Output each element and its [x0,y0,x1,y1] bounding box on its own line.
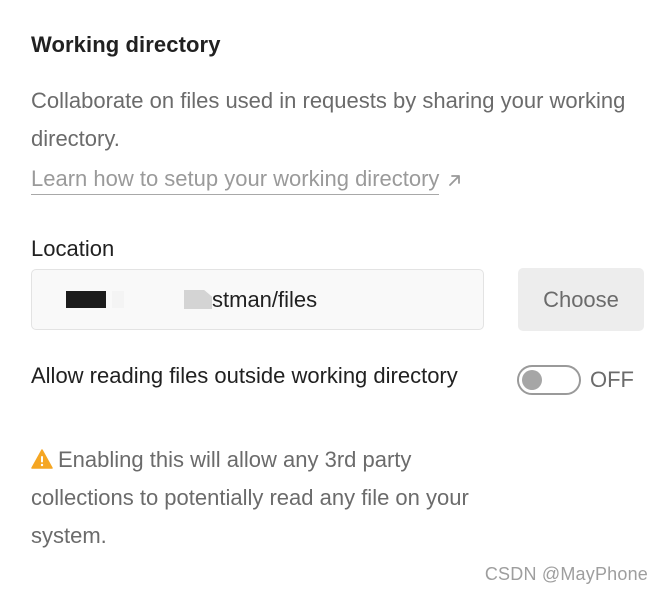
redacted-path-segment-grey [184,290,212,309]
location-path-text: stman/files [212,286,318,312]
allow-outside-files-label: Allow reading files outside working dire… [31,363,458,388]
learn-more-link[interactable]: Learn how to setup your working director… [31,164,463,195]
toggle-state-label: OFF [590,367,634,392]
learn-more-link-text: Learn how to setup your working director… [31,164,440,195]
toggle-knob [522,370,542,390]
warning-triangle-icon [31,449,53,469]
section-title: Working directory [31,32,221,57]
arrow-up-right-icon [449,174,461,186]
redacted-path-segment [66,291,106,308]
warning-text: Enabling this will allow any 3rd party c… [31,447,469,548]
warning-message: Enabling this will allow any 3rd party c… [31,441,491,555]
redacted-path-segment-light [112,291,124,308]
watermark: CSDN @MayPhone [484,564,648,584]
location-path-field[interactable]: stman/files [31,269,484,330]
allow-outside-files-toggle[interactable] [517,365,581,395]
location-label: Location [31,236,115,261]
choose-button[interactable]: Choose [518,268,644,331]
section-description: Collaborate on files used in requests by… [31,88,626,151]
